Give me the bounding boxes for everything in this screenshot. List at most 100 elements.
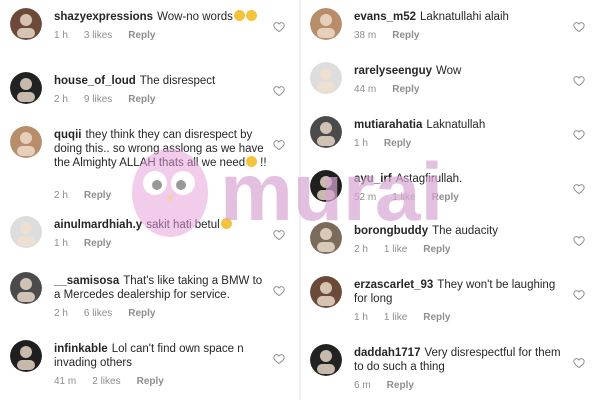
- reply-button[interactable]: Reply: [423, 312, 450, 323]
- comment-meta: 52 m 1 like Reply: [354, 192, 475, 203]
- avatar[interactable]: [10, 272, 42, 304]
- avatar[interactable]: [310, 8, 342, 40]
- like-heart-icon[interactable]: [273, 84, 285, 97]
- avatar[interactable]: [310, 116, 342, 148]
- comment-likes[interactable]: 1 like: [392, 192, 415, 203]
- comment-time: 41 m: [54, 376, 77, 387]
- comment-username[interactable]: shazyexpressions: [54, 11, 153, 23]
- comment-time: 1 h: [54, 30, 68, 41]
- avatar[interactable]: [310, 344, 342, 376]
- reply-button[interactable]: Reply: [84, 238, 111, 249]
- comment-username[interactable]: mutiarahatia: [354, 119, 422, 131]
- like-heart-icon[interactable]: [573, 74, 585, 87]
- reply-button[interactable]: Reply: [84, 190, 111, 201]
- comment-time: 1 h: [54, 238, 68, 249]
- comment-text: evans_m52 Laknatullahi alaih: [354, 10, 569, 24]
- avatar[interactable]: [10, 340, 42, 372]
- comment-meta: 6 m Reply: [354, 380, 430, 391]
- comment-time: 6 m: [354, 380, 371, 391]
- comment-likes[interactable]: 1 like: [384, 244, 407, 255]
- comment-meta: 1 h Reply: [54, 238, 127, 249]
- like-heart-icon[interactable]: [273, 138, 285, 151]
- comment-time: 2 h: [54, 190, 68, 201]
- emoji-icon: [245, 10, 257, 21]
- like-heart-icon[interactable]: [573, 288, 585, 301]
- like-heart-icon[interactable]: [573, 20, 585, 33]
- comment-body: Wow: [436, 65, 462, 77]
- avatar[interactable]: [10, 216, 42, 248]
- comment-meta: 38 m Reply: [354, 30, 435, 41]
- comment-time: 44 m: [354, 84, 377, 95]
- comment-text: rarelyseenguy Wow: [354, 64, 569, 78]
- comment-meta: 2 h Reply: [54, 190, 127, 201]
- emoji-icon: [246, 156, 258, 167]
- emoji-icon: [233, 10, 245, 21]
- reply-button[interactable]: Reply: [137, 376, 164, 387]
- comment-meta: 44 m Reply: [354, 84, 435, 95]
- comment-time: 1 h: [354, 312, 368, 323]
- comment-likes[interactable]: 3 likes: [84, 30, 112, 41]
- avatar[interactable]: [10, 72, 42, 104]
- avatar[interactable]: [310, 222, 342, 254]
- comment-username[interactable]: house_of_loud: [54, 75, 136, 87]
- like-heart-icon[interactable]: [273, 228, 285, 241]
- comment-text: erzascarlet_93 They won't be laughing for…: [354, 278, 569, 306]
- comment-likes[interactable]: 6 likes: [84, 308, 112, 319]
- comment-meta: 2 h 6 likes Reply: [54, 308, 172, 319]
- like-heart-icon[interactable]: [573, 182, 585, 195]
- comment-username[interactable]: ayu_irf: [354, 173, 392, 185]
- avatar[interactable]: [310, 62, 342, 94]
- comment-time: 2 h: [354, 244, 368, 255]
- comment-username[interactable]: borongbuddy: [354, 225, 428, 237]
- comment-meta: 1 h 1 like Reply: [354, 312, 467, 323]
- comment-time: 1 h: [354, 138, 368, 149]
- reply-button[interactable]: Reply: [128, 94, 155, 105]
- like-heart-icon[interactable]: [573, 234, 585, 247]
- comment-text: borongbuddy The audacity: [354, 224, 569, 238]
- comment-likes[interactable]: 2 likes: [92, 376, 120, 387]
- reply-button[interactable]: Reply: [384, 138, 411, 149]
- comment-username[interactable]: quqii: [54, 129, 81, 141]
- comment-suffix: !!: [260, 157, 267, 169]
- like-heart-icon[interactable]: [273, 352, 285, 365]
- avatar[interactable]: [10, 126, 42, 158]
- comment-username[interactable]: rarelyseenguy: [354, 65, 432, 77]
- comment-username[interactable]: evans_m52: [354, 11, 416, 23]
- reply-button[interactable]: Reply: [128, 308, 155, 319]
- comment-username[interactable]: ainulmardhiah.y: [54, 219, 142, 231]
- comment-text: house_of_loud The disrespect: [54, 74, 269, 88]
- comment-username[interactable]: infinkable: [54, 343, 108, 355]
- comment-text: __samisosa That's like taking a BMW to a …: [54, 274, 269, 302]
- comment-text: shazyexpressions Wow-no words: [54, 10, 269, 24]
- emoji-icon: [220, 218, 232, 229]
- comment-time: 2 h: [54, 94, 68, 105]
- comment-likes[interactable]: 9 likes: [84, 94, 112, 105]
- like-heart-icon[interactable]: [573, 356, 585, 369]
- avatar[interactable]: [310, 170, 342, 202]
- comment-meta: 2 h 1 like Reply: [354, 244, 467, 255]
- reply-button[interactable]: Reply: [423, 244, 450, 255]
- comment-time: 38 m: [354, 30, 377, 41]
- avatar[interactable]: [310, 276, 342, 308]
- comment-body: Astagfirullah.: [395, 173, 463, 185]
- like-heart-icon[interactable]: [273, 20, 285, 33]
- comment-username[interactable]: __samisosa: [54, 275, 119, 287]
- comment-time: 52 m: [354, 192, 377, 203]
- reply-button[interactable]: Reply: [432, 192, 459, 203]
- comment-body: they think they can disrespect by doing …: [54, 129, 264, 169]
- comment-time: 2 h: [54, 308, 68, 319]
- comment-username[interactable]: daddah1717: [354, 347, 420, 359]
- comment-body: Wow-no words: [157, 11, 233, 23]
- avatar[interactable]: [10, 8, 42, 40]
- comment-meta: 2 h 9 likes Reply: [54, 94, 172, 105]
- reply-button[interactable]: Reply: [392, 30, 419, 41]
- like-heart-icon[interactable]: [573, 128, 585, 141]
- comments-column-left: shazyexpressions Wow-no words 1 h 3 likes Re…: [0, 0, 300, 400]
- comment-username[interactable]: erzascarlet_93: [354, 279, 433, 291]
- comment-text: quqii they think they can disrespect by d…: [54, 128, 269, 170]
- reply-button[interactable]: Reply: [392, 84, 419, 95]
- reply-button[interactable]: Reply: [387, 380, 414, 391]
- comment-likes[interactable]: 1 like: [384, 312, 407, 323]
- reply-button[interactable]: Reply: [128, 30, 155, 41]
- like-heart-icon[interactable]: [273, 284, 285, 297]
